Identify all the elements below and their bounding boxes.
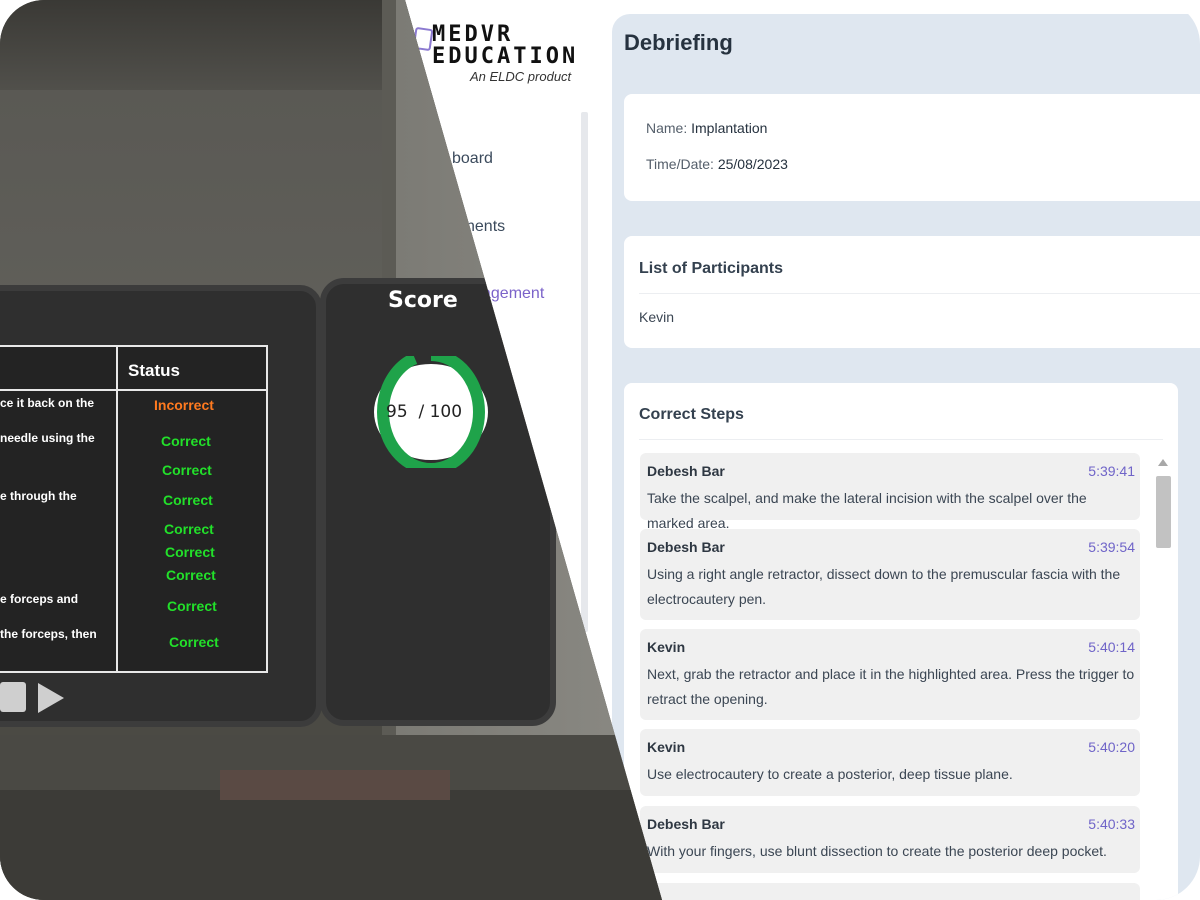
score-max: / 100 xyxy=(418,402,463,422)
debriefing-panel: Debriefing Name: Implantation Time/Date:… xyxy=(612,14,1200,900)
vr-step-text: e forceps and xyxy=(0,592,79,606)
session-date-row: Time/Date: 25/08/2023 xyxy=(646,156,788,172)
step-time: 5:40:33 xyxy=(1088,816,1135,832)
table-column-divider xyxy=(116,347,118,671)
page-title: Debriefing xyxy=(624,30,733,55)
score-title: Score xyxy=(388,288,458,313)
sidebar-item-dashboard[interactable]: board xyxy=(452,150,493,168)
session-date-value: 25/08/2023 xyxy=(717,156,788,172)
step-item: Debesh Bar 5:40:33 With your fingers, us… xyxy=(640,806,1140,873)
vr-floor-trim xyxy=(220,770,450,800)
scroll-up-arrow-icon[interactable] xyxy=(1158,459,1168,466)
status-correct: Correct xyxy=(167,598,217,614)
step-author: Kevin xyxy=(647,739,686,755)
score-value: 95 xyxy=(386,402,408,422)
vr-steps-table: Status xyxy=(0,345,268,673)
participants-card: List of Participants Kevin xyxy=(624,236,1200,348)
step-item: Kevin 5:40:20 Use electrocautery to crea… xyxy=(640,729,1140,796)
step-text: With your fingers, use blunt dissection … xyxy=(647,843,1107,859)
session-name-value: Implantation xyxy=(691,120,768,136)
participant-name: Kevin xyxy=(639,309,675,325)
step-item: Debesh Bar 5:39:41 Take the scalpel, and… xyxy=(640,453,1140,531)
step-time: 5:39:41 xyxy=(1088,463,1135,479)
steps-scrollbar-thumb[interactable] xyxy=(1156,476,1171,548)
step-author: Debesh Bar xyxy=(647,539,725,555)
status-correct: Correct xyxy=(165,544,215,560)
score-readout: 95 / 100 xyxy=(386,402,462,422)
step-item xyxy=(640,883,1140,900)
step-text: Next, grab the retractor and place it in… xyxy=(647,666,1135,707)
sidebar-item-documents[interactable]: nents xyxy=(466,218,505,236)
brand-line-2: EDUCATION xyxy=(432,44,579,69)
status-correct: Correct xyxy=(161,433,211,449)
step-text: Use electrocautery to create a posterior… xyxy=(647,766,1013,782)
session-date-label: Time/Date: xyxy=(646,156,714,172)
step-time: 5:39:54 xyxy=(1088,539,1135,555)
step-author: Kevin xyxy=(647,639,686,655)
divider xyxy=(639,439,1163,440)
screenshot-frame: MEDVR EDUCATION An ELDC product board ne… xyxy=(0,0,1200,900)
status-correct: Correct xyxy=(164,521,214,537)
status-incorrect: Incorrect xyxy=(154,397,214,413)
step-item: Debesh Bar 5:39:54 Using a right angle r… xyxy=(640,529,1140,620)
correct-steps-card: Correct Steps Debesh Bar 5:39:41 Take th… xyxy=(624,383,1178,900)
session-name-row: Name: Implantation xyxy=(646,120,767,136)
status-correct: Correct xyxy=(162,462,212,478)
stop-icon[interactable] xyxy=(0,682,26,712)
session-name-label: Name: xyxy=(646,120,688,136)
step-text: Using a right angle retractor, dissect d… xyxy=(647,566,1121,607)
vr-step-text: ce it back on the xyxy=(0,396,95,410)
play-icon[interactable] xyxy=(38,683,64,713)
status-correct: Correct xyxy=(163,492,213,508)
step-item: Kevin 5:40:14 Next, grab the retractor a… xyxy=(640,629,1140,720)
step-time: 5:40:14 xyxy=(1088,639,1135,655)
session-info-card: Name: Implantation Time/Date: 25/08/2023 xyxy=(624,94,1200,201)
status-correct: Correct xyxy=(166,567,216,583)
step-time: 5:40:20 xyxy=(1088,739,1135,755)
step-author: Debesh Bar xyxy=(647,463,725,479)
sidebar-scrollbar[interactable] xyxy=(581,112,588,632)
sidebar-item-management[interactable]: agement xyxy=(482,285,544,303)
status-correct: Correct xyxy=(169,634,219,650)
divider xyxy=(639,293,1200,294)
correct-steps-title: Correct Steps xyxy=(639,406,744,423)
table-header-divider xyxy=(0,389,266,391)
vr-step-text: needle using the xyxy=(0,431,95,445)
status-column-header: Status xyxy=(128,361,180,380)
step-author: Debesh Bar xyxy=(647,816,725,832)
vr-floor-shadow xyxy=(0,790,662,900)
vr-step-text: the forceps, then xyxy=(0,627,97,641)
participants-title: List of Participants xyxy=(639,260,784,277)
vr-step-text: e through the xyxy=(0,489,77,503)
brand-tagline: An ELDC product xyxy=(470,69,572,84)
